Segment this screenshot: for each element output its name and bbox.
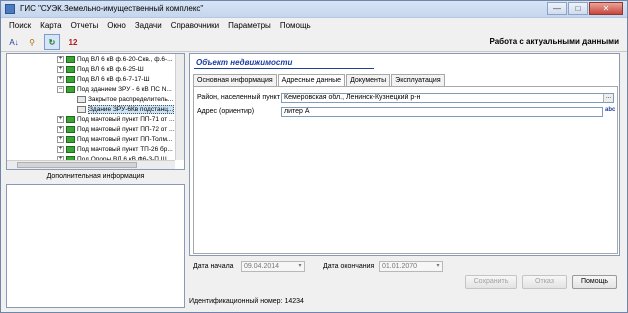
expand-icon[interactable]: + <box>57 125 64 133</box>
tree-item[interactable]: + Под мачтовый пункт ПП-72 от ... <box>57 125 174 135</box>
building-icon <box>77 95 86 103</box>
date-start-value: 09.04.2014 <box>244 263 280 270</box>
land-plot-icon <box>66 125 75 133</box>
calendar-icon[interactable]: 12 <box>65 34 81 50</box>
land-plot-icon <box>66 85 75 93</box>
building-icon <box>77 105 86 113</box>
additional-info-panel <box>6 184 185 308</box>
tree-item[interactable]: + Под мачтовый пункт ТП-26 бр... <box>57 145 173 155</box>
collapse-icon[interactable]: − <box>57 85 64 93</box>
tree-item[interactable]: + Под мачтовый пункт ПП-Толм... <box>57 135 172 145</box>
menu-help[interactable]: Помощь <box>276 19 316 32</box>
date-end-field[interactable]: 01.01.2070 ▾ <box>379 261 443 272</box>
tab-documents[interactable]: Документы <box>346 74 391 86</box>
cancel-button[interactable]: Отказ <box>522 275 567 289</box>
land-plot-icon <box>66 135 75 143</box>
land-plot-icon <box>66 55 75 63</box>
district-field[interactable]: Кемеровская обл., Ленинск-Кузнецкий р-н … <box>281 93 614 103</box>
date-end-label: Дата окончания <box>323 263 375 270</box>
close-button[interactable]: ✕ <box>589 2 623 15</box>
app-window: ГИС "СУЭК.Земельно-имущественный комплек… <box>0 0 628 313</box>
chevron-down-icon[interactable]: ▾ <box>296 262 304 271</box>
tree-item[interactable]: + Под мачтовый пункт ПП-71 от ... <box>57 115 174 125</box>
address-field[interactable]: литер А <box>281 107 603 117</box>
tab-main-info[interactable]: Основная информация <box>193 74 277 86</box>
additional-info-label: Дополнительная информация <box>46 173 145 180</box>
title-underline <box>194 68 374 69</box>
minimize-button[interactable]: — <box>547 2 567 15</box>
menu-search[interactable]: Поиск <box>5 19 36 32</box>
sort-az-icon[interactable]: A↓ <box>6 34 22 50</box>
date-end-value: 01.01.2070 <box>382 263 418 270</box>
address-label: Адрес (ориентир) <box>197 108 255 115</box>
date-start-field[interactable]: 09.04.2014 ▾ <box>241 261 305 272</box>
land-plot-icon <box>66 65 75 73</box>
scrollbar-thumb[interactable] <box>17 162 137 168</box>
id-number-text: Идентификационный номер: 14234 <box>189 298 304 305</box>
menu-references[interactable]: Справочники <box>167 19 224 32</box>
tree-item[interactable]: Закрытое распределитель... <box>77 95 173 105</box>
object-panel: Объект недвижимости Основная информация … <box>189 53 620 256</box>
expand-icon[interactable]: + <box>57 55 64 63</box>
district-browse-button[interactable]: ... <box>603 94 613 102</box>
tab-operation[interactable]: Эксплуатация <box>391 74 445 86</box>
address-tab-body: Район, населенный пункт Кемеровская обл.… <box>193 86 618 254</box>
left-pane: + Под ВЛ 6 кВ ф.6-20-Скв., ф.6-... + Под В… <box>6 53 185 308</box>
menu-parameters[interactable]: Параметры <box>224 19 276 32</box>
toolbar: A↓ ⚲ ↻ 12 Работа с актуальными данными <box>1 33 627 52</box>
bottom-bar: Дата начала 09.04.2014 ▾ Дата окончания … <box>189 258 620 308</box>
menu-tasks[interactable]: Задачи <box>131 19 167 32</box>
date-start-label: Дата начала <box>193 263 234 270</box>
save-button[interactable]: Сохранить <box>465 275 517 289</box>
chevron-down-icon[interactable]: ▾ <box>434 262 442 271</box>
expand-icon[interactable]: + <box>57 115 64 123</box>
expand-icon[interactable]: + <box>57 145 64 153</box>
object-tree[interactable]: + Под ВЛ 6 кВ ф.6-20-Скв., ф.6-... + Под В… <box>6 53 185 170</box>
expand-icon[interactable]: + <box>57 65 64 73</box>
data-mode-status: Работа с актуальными данными <box>489 37 619 46</box>
menu-reports[interactable]: Отчеты <box>67 19 104 32</box>
app-icon <box>5 4 15 14</box>
tree-item[interactable]: + Под ВЛ 6 кВ ф.6-7-17-Ш <box>57 75 150 85</box>
district-value: Кемеровская обл., Ленинск-Кузнецкий р-н <box>284 94 421 101</box>
tree-item-selected[interactable]: Здание ЗРУ-6Кв подстанц... <box>77 105 175 115</box>
spellcheck-icon[interactable]: abc <box>605 107 615 113</box>
help-button[interactable]: Помощь <box>572 275 617 289</box>
tree-item[interactable]: − Под зданием ЗРУ - 6 кВ ПС N... <box>57 85 172 95</box>
tree-item[interactable]: + Под ВЛ 6 кВ ф.6-25-Ш <box>57 65 144 75</box>
land-plot-icon <box>66 75 75 83</box>
object-title: Объект недвижимости <box>196 58 293 67</box>
tree-item[interactable]: + Под ВЛ 6 кВ ф.6-20-Скв., ф.6-... <box>57 55 173 65</box>
land-plot-icon <box>66 145 75 153</box>
title-bar: ГИС "СУЭК.Земельно-имущественный комплек… <box>1 1 627 18</box>
district-label: Район, населенный пункт <box>197 94 280 101</box>
tree-horizontal-scrollbar[interactable] <box>7 160 175 169</box>
menu-bar: Поиск Карта Отчеты Окно Задачи Справочни… <box>1 19 627 32</box>
tree-vertical-scrollbar[interactable] <box>175 54 184 160</box>
expand-icon[interactable]: + <box>57 75 64 83</box>
expand-icon[interactable]: + <box>57 135 64 143</box>
address-value: литер А <box>284 108 310 115</box>
window-title: ГИС "СУЭК.Земельно-имущественный комплек… <box>20 4 204 13</box>
menu-map[interactable]: Карта <box>36 19 66 32</box>
refresh-icon[interactable]: ↻ <box>44 34 60 50</box>
menu-window[interactable]: Окно <box>103 19 131 32</box>
object-tabs: Основная информация Адресные данные Доку… <box>193 74 446 87</box>
filter-icon[interactable]: ⚲ <box>24 34 40 50</box>
land-plot-icon <box>66 115 75 123</box>
maximize-button[interactable]: □ <box>568 2 588 15</box>
